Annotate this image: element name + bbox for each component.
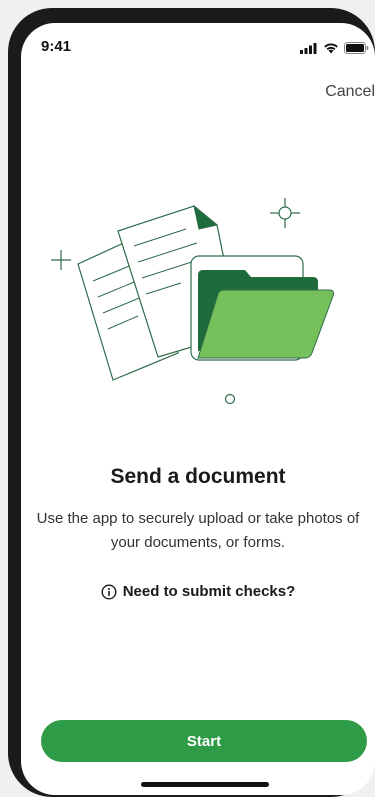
need-to-submit-checks-label: Need to submit checks? — [122, 583, 296, 600]
status-icons — [300, 42, 369, 54]
page-description: Use the app to securely upload or take p… — [36, 510, 360, 551]
plus-sparkle-icon — [51, 250, 71, 270]
crosshair-sparkle-icon — [270, 198, 300, 228]
documents-folder-illustration — [51, 198, 334, 405]
status-bar: 9:41 — [21, 23, 375, 71]
status-time: 9:41 — [41, 38, 72, 55]
info-icon — [101, 583, 117, 600]
page-background: 9:41 Cancel Send a document Use the app … — [0, 0, 375, 797]
folder-icon — [197, 270, 334, 359]
cancel-button[interactable]: Cancel — [325, 83, 375, 101]
screen: 9:41 Cancel Send a document Use the app … — [21, 23, 375, 795]
page-title: Send a document — [110, 465, 286, 488]
home-indicator — [141, 782, 269, 787]
dot-sparkle-icon — [224, 393, 236, 405]
need-to-submit-checks-link[interactable]: Need to submit checks? — [21, 583, 375, 600]
start-button[interactable]: Start — [41, 720, 367, 762]
battery-icon — [344, 42, 369, 54]
signal-icon — [300, 42, 317, 54]
wifi-icon — [324, 43, 338, 54]
